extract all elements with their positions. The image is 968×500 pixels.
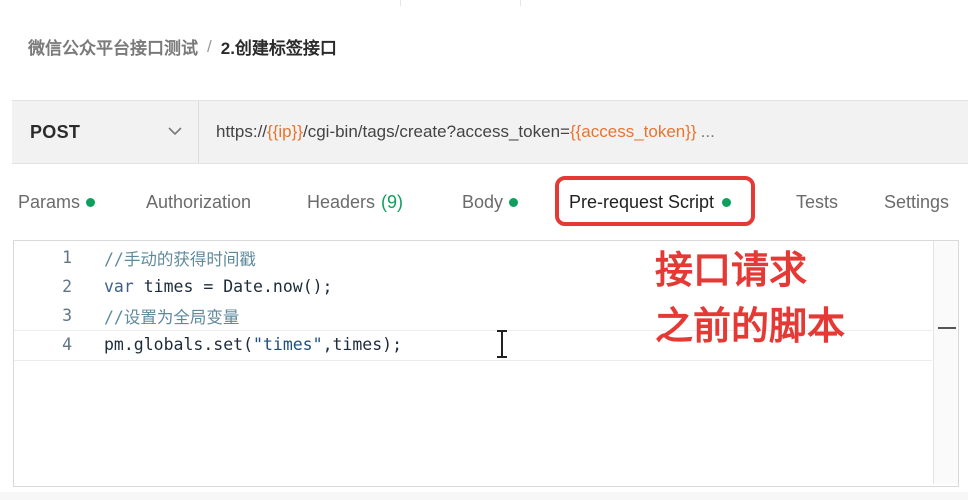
tab-divider [400,0,401,6]
breadcrumb-collection[interactable]: 微信公众平台接口测试 [28,34,198,59]
code-keyword: var [104,277,134,296]
code-text: ,times); [322,335,403,354]
tab-body[interactable]: Body [462,186,519,218]
text-cursor-icon [497,330,507,358]
bottom-edge [0,492,968,500]
tab-params[interactable]: Params [18,186,96,218]
annotation-line-2: 之前的脚本 [655,304,846,348]
tab-headers[interactable]: Headers (9) [307,186,403,218]
editor-scrollbar[interactable] [933,241,958,484]
highlight-annotation-box [555,176,755,226]
method-select[interactable]: POST [12,101,199,163]
code-line: 3 //设置为全局变量 [14,301,239,330]
line-number: 1 [62,248,72,267]
code-line: 2 var times = Date.now(); [14,272,333,301]
code-string: "times" [253,335,323,354]
scroll-position-marker [938,327,956,329]
window-top-strip [0,0,968,6]
url-input[interactable]: https:// {{ip}} /cgi-bin/tags/create?acc… [216,101,715,163]
breadcrumb-request-name[interactable]: 2.创建标签接口 [221,34,337,59]
tab-authorization[interactable]: Authorization [146,186,251,218]
breadcrumb: 微信公众平台接口测试 / 2.创建标签接口 [28,34,337,59]
url-path: /cgi-bin/tags/create?access_token= [302,122,570,141]
annotation-text: 接口请求 之前的脚本 [655,242,845,354]
code-comment: //手动的获得时间戳 [104,249,256,269]
tab-params-label: Params [18,191,81,212]
url-variable-token[interactable]: {{access_token}} [570,122,697,142]
status-dot-icon [509,197,519,207]
tab-tests[interactable]: Tests [796,186,838,218]
method-label: POST [30,121,81,142]
line-number: 2 [62,277,72,296]
tab-divider [520,0,521,6]
annotation-line-1: 接口请求 [655,248,808,292]
request-bar: POST https:// {{ip}} /cgi-bin/tags/creat… [12,100,968,164]
tab-headers-count: (9) [381,191,404,212]
request-tabs: Params Authorization Headers (9) Body Pr… [0,186,968,218]
code-text: times = Date.now(); [133,277,333,296]
code-line: 4 pm.globals.set("times",times); [14,330,402,359]
tab-authorization-label: Authorization [146,191,252,212]
chevron-down-icon [168,127,182,136]
status-dot-icon [86,197,96,207]
tab-tests-label: Tests [796,191,839,212]
tab-settings-label: Settings [884,191,950,212]
line-number: 4 [62,335,72,354]
tab-settings[interactable]: Settings [884,186,949,218]
code-text: pm.globals.set( [104,335,254,354]
code-comment: //设置为全局变量 [104,307,240,327]
code-line: 1 //手动的获得时间戳 [14,243,256,272]
tab-headers-label: Headers [307,191,376,212]
url-ellipsis: ... [700,122,715,141]
breadcrumb-separator: / [207,36,212,56]
url-variable-ip[interactable]: {{ip}} [267,122,303,142]
tab-body-label: Body [462,191,504,212]
url-prefix: https:// [216,122,268,141]
line-number: 3 [62,306,72,325]
